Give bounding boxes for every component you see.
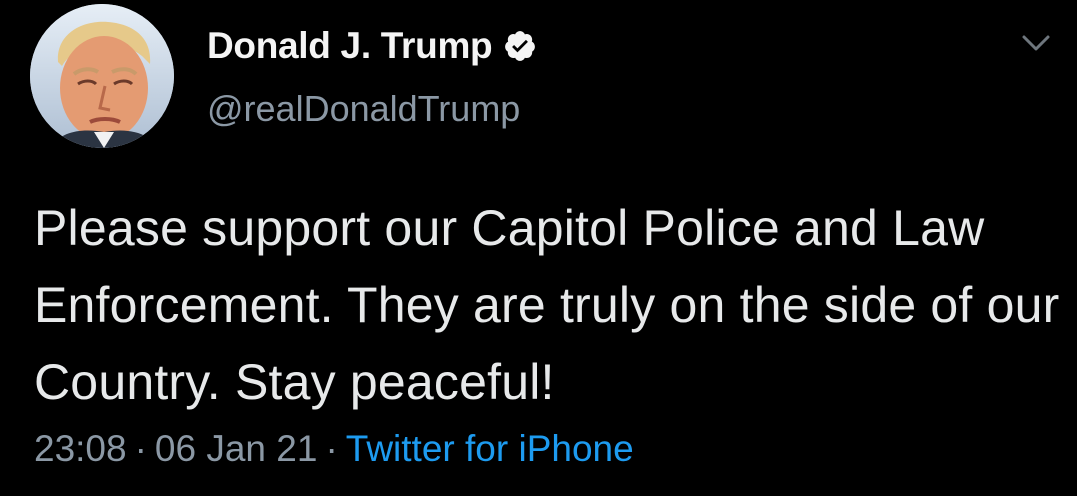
author-name-row: Donald J. Trump: [207, 20, 537, 72]
author-display-name[interactable]: Donald J. Trump: [207, 25, 493, 67]
author-handle[interactable]: @realDonaldTrump: [207, 88, 520, 130]
avatar[interactable]: [30, 4, 174, 148]
tweet-card: Donald J. Trump @realDonaldTrump Please …: [0, 0, 1077, 496]
meta-separator: ·: [134, 428, 147, 469]
tweet-source-link[interactable]: Twitter for iPhone: [346, 428, 634, 469]
meta-separator: ·: [325, 428, 338, 469]
tweet-text: Please support our Capitol Police and La…: [34, 200, 1060, 410]
chevron-down-icon[interactable]: [1018, 28, 1054, 58]
tweet-meta: 23:08 · 06 Jan 21 · Twitter for iPhone: [34, 428, 634, 470]
tweet-date[interactable]: 06 Jan 21: [155, 428, 318, 469]
verified-badge-icon: [503, 29, 537, 63]
tweet-time[interactable]: 23:08: [34, 428, 127, 469]
